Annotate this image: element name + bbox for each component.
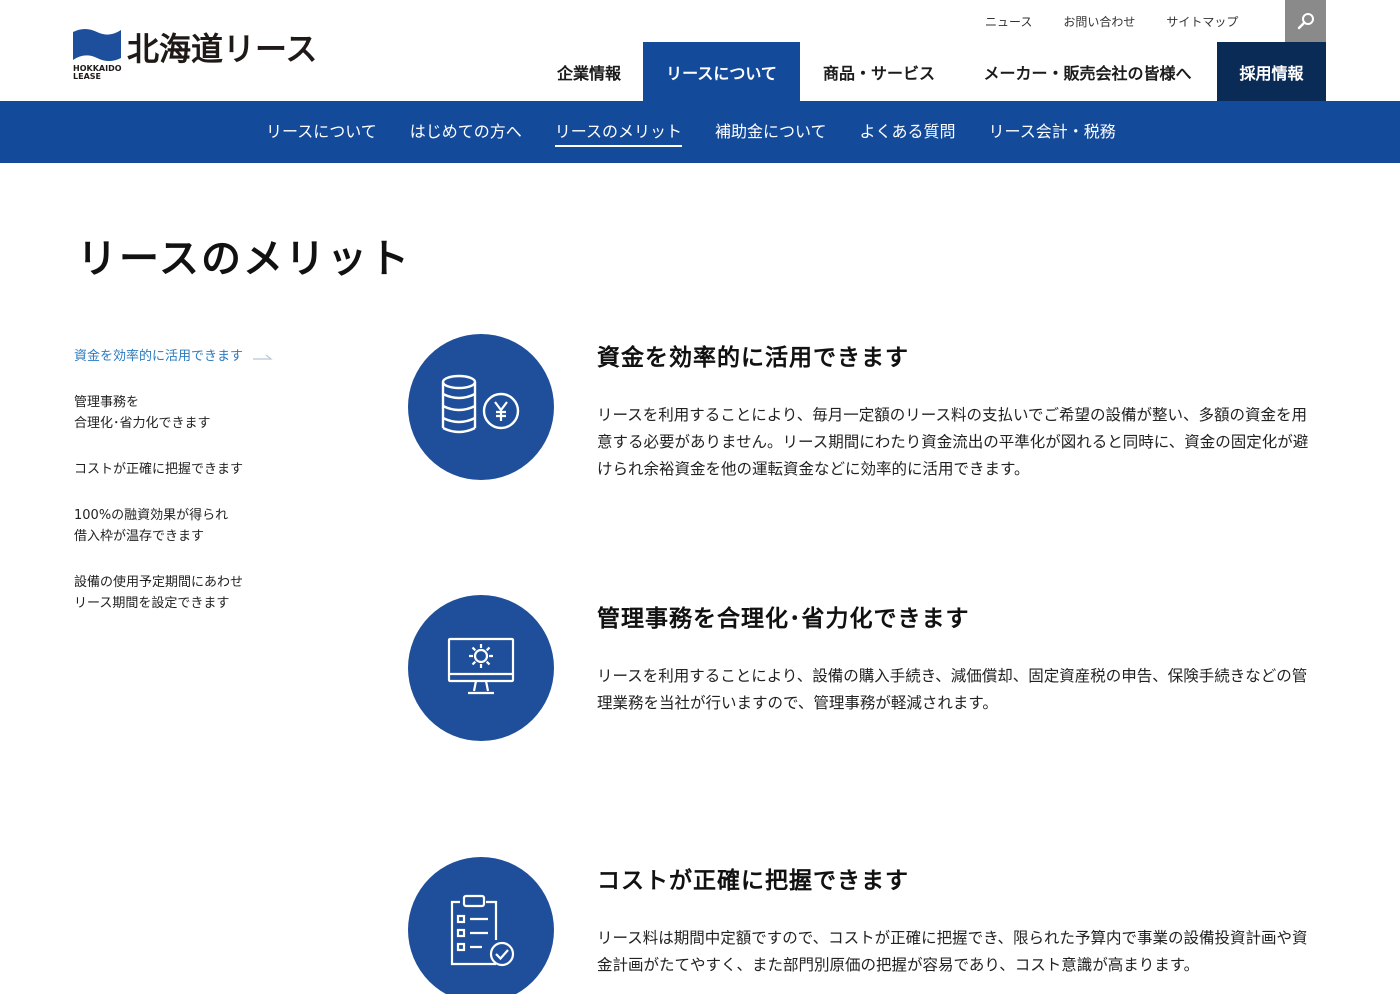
subnav-accounting[interactable]: リース会計・税務 <box>989 118 1116 147</box>
merit-section-funds: 資金を効率的に活用できます リースを利用することにより、毎月一定額のリース料の支… <box>408 334 1328 494</box>
coins-yen-icon <box>441 374 520 434</box>
merit-body: リースを利用することにより、毎月一定額のリース料の支払いでご希望の設備が整い、多… <box>597 406 1309 478</box>
site-logo[interactable]: 北海道リース HOKKAIDO LEASE <box>73 22 317 82</box>
merit-section-admin: 管理事務を合理化･省力化できます リースを利用することにより、設備の購入手続き、… <box>408 595 1328 755</box>
merit-title: 資金を効率的に活用できます <box>597 345 909 371</box>
logo-text: 北海道リース <box>127 30 318 68</box>
nav-about-lease[interactable]: リースについて <box>643 42 800 101</box>
side-menu: 資金を効率的に活用できます 管理事務を 合理化･省力化できます コストが正確に把… <box>74 346 314 639</box>
side-item-period[interactable]: 設備の使用予定期間にあわせ リース期間を設定できます <box>74 572 314 614</box>
main-nav: 企業情報 リースについて 商品・サービス メーカー・販売会社の皆様へ 採用情報 <box>535 42 1326 101</box>
merit-circle <box>408 857 554 994</box>
merit-body: リース料は期間中定額ですので、コストが正確に把握でき、限られた予算内で事業の設備… <box>597 929 1308 974</box>
search-icon <box>1297 13 1314 30</box>
utility-nav: ニュース お問い合わせ サイトマップ <box>985 0 1269 42</box>
subnav-about[interactable]: リースについて <box>266 118 377 147</box>
merit-title: コストが正確に把握できます <box>597 868 909 894</box>
nav-recruit[interactable]: 採用情報 <box>1217 42 1326 101</box>
subnav-merits[interactable]: リースのメリット <box>554 118 682 147</box>
logo-flag-icon <box>73 22 121 61</box>
util-link-news[interactable]: ニュース <box>985 13 1032 30</box>
sub-nav: リースについて はじめての方へ リースのメリット 補助金について よくある質問 … <box>0 101 1400 163</box>
side-item-cost[interactable]: コストが正確に把握できます <box>74 459 314 480</box>
merit-circle <box>408 334 554 480</box>
site-header: 北海道リース HOKKAIDO LEASE ニュース お問い合わせ サイトマップ… <box>0 0 1400 101</box>
logo-subtext: HOKKAIDO LEASE <box>73 64 122 81</box>
util-link-sitemap[interactable]: サイトマップ <box>1166 13 1238 30</box>
side-item-financing[interactable]: 100%の融資効果が得られ 借入枠が温存できます <box>74 505 314 547</box>
side-item-funds[interactable]: 資金を効率的に活用できます <box>74 346 314 367</box>
monitor-gear-icon <box>447 637 515 695</box>
arrow-right-icon <box>253 354 273 360</box>
page-title: リースのメリット <box>77 236 411 282</box>
merit-circle <box>408 595 554 741</box>
subnav-subsidy[interactable]: 補助金について <box>715 118 827 147</box>
nav-corporate[interactable]: 企業情報 <box>535 42 643 101</box>
search-button[interactable] <box>1285 0 1326 42</box>
nav-products[interactable]: 商品・サービス <box>800 42 958 101</box>
util-link-contact[interactable]: お問い合わせ <box>1063 13 1135 30</box>
merit-section-cost: コストが正確に把握できます リース料は期間中定額ですので、コストが正確に把握でき… <box>408 857 1328 994</box>
subnav-faq[interactable]: よくある質問 <box>859 118 955 147</box>
side-item-admin[interactable]: 管理事務を 合理化･省力化できます <box>74 392 314 434</box>
merit-body: リースを利用することにより、設備の購入手続き、減価償却、固定資産税の申告、保険手… <box>597 667 1308 712</box>
nav-makers[interactable]: メーカー・販売会社の皆様へ <box>958 42 1217 101</box>
merit-title: 管理事務を合理化･省力化できます <box>597 606 970 632</box>
clipboard-check-icon <box>450 894 515 967</box>
subnav-beginners[interactable]: はじめての方へ <box>410 118 522 147</box>
